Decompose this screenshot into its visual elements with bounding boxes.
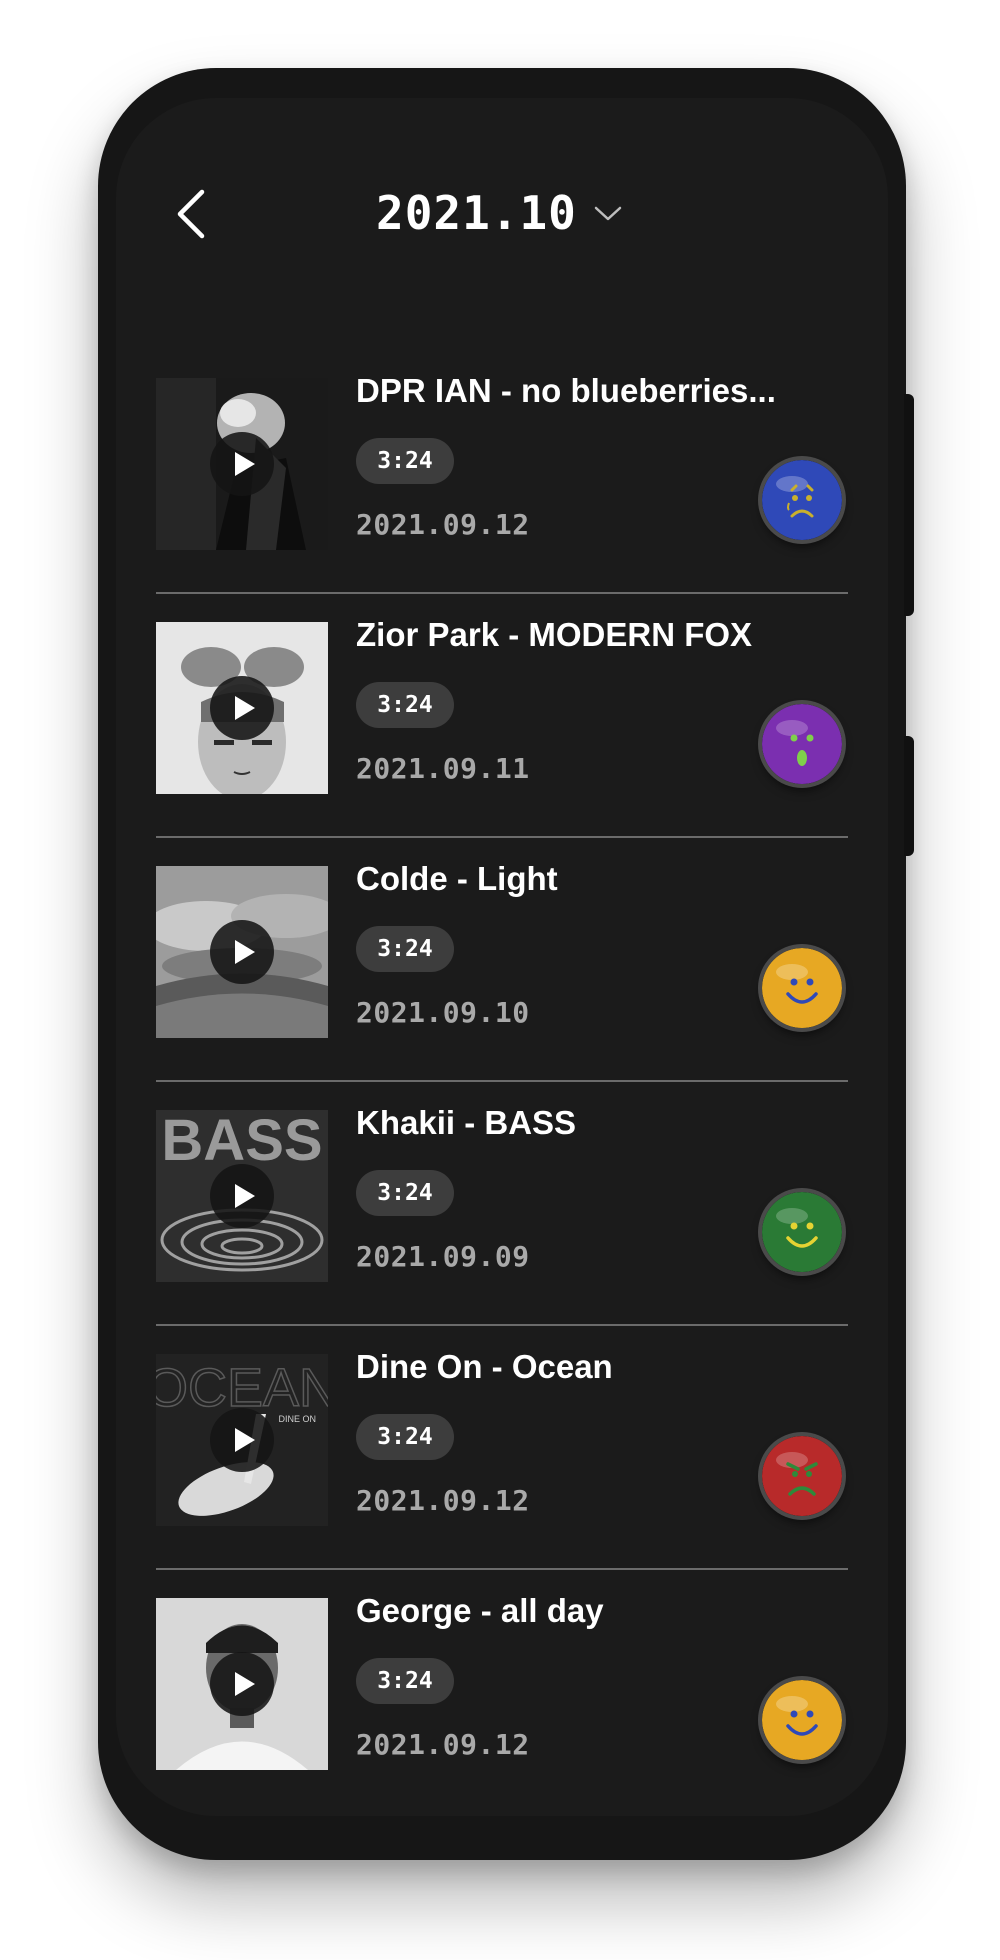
album-art[interactable] (156, 1598, 328, 1770)
duration-badge: 3:24 (356, 926, 454, 972)
song-title: DPR IAN - no blueberries... (356, 372, 776, 409)
song-title: Colde - Light (356, 860, 558, 897)
song-title: Zior Park - MODERN FOX (356, 616, 753, 653)
album-art[interactable] (156, 378, 328, 550)
play-icon[interactable] (210, 432, 274, 496)
mood-surprised-icon[interactable] (762, 704, 842, 784)
play-icon[interactable] (210, 1408, 274, 1472)
song-date: 2021.09.11 (356, 752, 530, 785)
app-screen: 2021.10 DPR IAN - no blueberries... 3:24… (116, 98, 888, 1816)
mood-happy-icon[interactable] (762, 1680, 842, 1760)
duration-badge: 3:24 (356, 1658, 454, 1704)
song-date: 2021.09.09 (356, 1240, 530, 1273)
song-item[interactable]: Zior Park - MODERN FOX 3:24 2021.09.11 (156, 594, 848, 838)
album-art[interactable] (156, 866, 328, 1038)
song-item[interactable]: DPR IAN - no blueberries... 3:24 2021.09… (156, 350, 848, 594)
song-date: 2021.09.10 (356, 996, 530, 1029)
chevron-left-icon (177, 189, 205, 239)
play-icon[interactable] (210, 1652, 274, 1716)
song-item[interactable]: Colde - Light 3:24 2021.09.10 (156, 838, 848, 1082)
song-list: DPR IAN - no blueberries... 3:24 2021.09… (156, 350, 848, 1814)
chevron-down-icon (594, 206, 622, 221)
song-date: 2021.09.12 (356, 1484, 530, 1517)
song-item[interactable]: OCEAN DINE ON Dine On - Ocean 3:24 2021.… (156, 1326, 848, 1570)
song-item[interactable]: BASS Khakii - BASS 3:24 2021.09.09 (156, 1082, 848, 1326)
song-item[interactable]: George - all day 3:24 2021.09.12 (156, 1570, 848, 1814)
song-title: Dine On - Ocean (356, 1348, 613, 1385)
album-art[interactable] (156, 622, 328, 794)
side-button-volume (904, 394, 914, 616)
mood-happy-icon[interactable] (762, 948, 842, 1028)
album-art-subtext: DINE ON (278, 1414, 316, 1424)
duration-badge: 3:24 (356, 1170, 454, 1216)
mood-angry-icon[interactable] (762, 1436, 842, 1516)
song-title: George - all day (356, 1592, 604, 1629)
song-date: 2021.09.12 (356, 508, 530, 541)
play-icon[interactable] (210, 920, 274, 984)
album-art[interactable]: BASS (156, 1110, 328, 1282)
side-button-power (904, 736, 914, 856)
mood-happy-icon[interactable] (762, 1192, 842, 1272)
mood-sad-icon[interactable] (762, 460, 842, 540)
duration-badge: 3:24 (356, 438, 454, 484)
phone-frame: 2021.10 DPR IAN - no blueberries... 3:24… (98, 68, 914, 1860)
page-title: 2021.10 (376, 186, 577, 240)
month-selector[interactable]: 2021.10 (376, 178, 623, 248)
album-art[interactable]: OCEAN DINE ON (156, 1354, 328, 1526)
song-title: Khakii - BASS (356, 1104, 577, 1141)
play-icon[interactable] (210, 1164, 274, 1228)
play-icon[interactable] (210, 676, 274, 740)
duration-badge: 3:24 (356, 1414, 454, 1460)
header: 2021.10 (116, 98, 888, 328)
back-button[interactable] (168, 186, 212, 242)
song-date: 2021.09.12 (356, 1728, 530, 1761)
duration-badge: 3:24 (356, 682, 454, 728)
